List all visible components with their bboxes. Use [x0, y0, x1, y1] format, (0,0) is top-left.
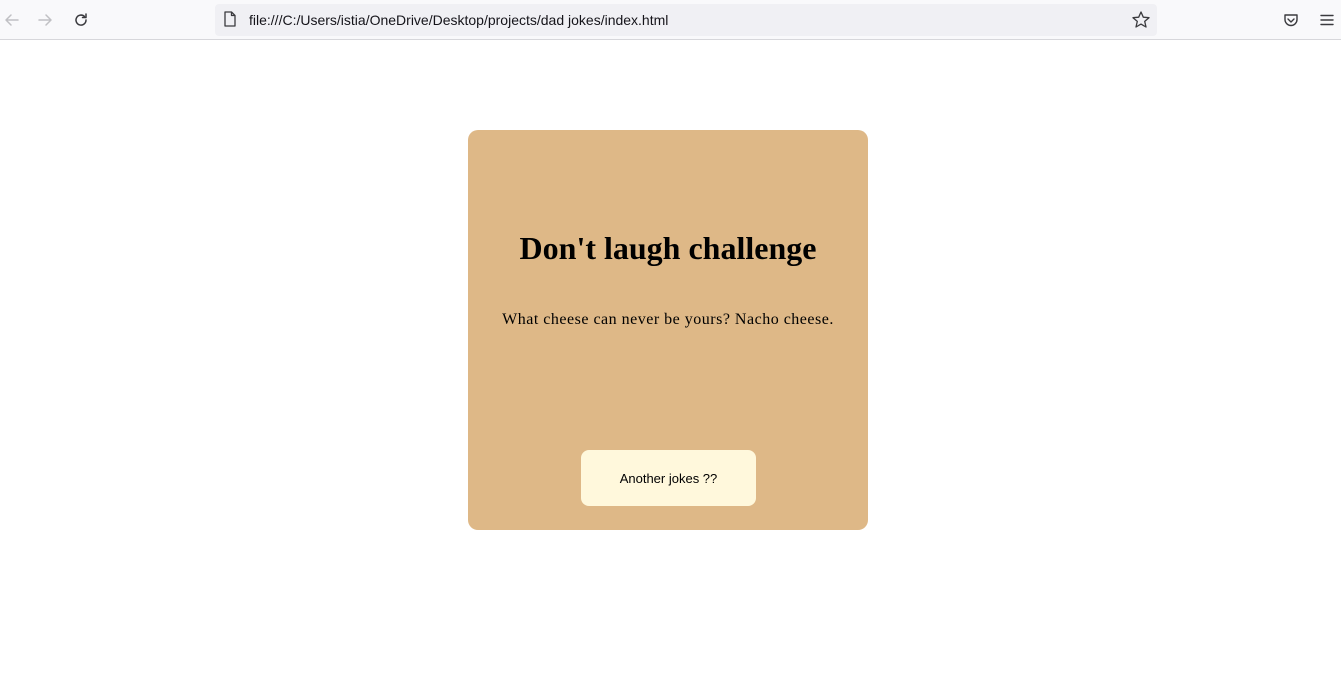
joke-text: What cheese can never be yours? Nacho ch… [502, 311, 834, 328]
arrow-left-icon [5, 14, 19, 26]
hamburger-menu-icon [1320, 14, 1334, 26]
menu-button[interactable] [1315, 8, 1339, 32]
reload-button[interactable] [69, 8, 93, 32]
back-button[interactable] [0, 8, 24, 32]
another-joke-button[interactable]: Another jokes ?? [581, 450, 756, 506]
card-title: Don't laugh challenge [519, 230, 817, 266]
arrow-right-icon [38, 14, 52, 26]
joke-card: Don't laugh challenge What cheese can ne… [468, 130, 868, 530]
url-text[interactable]: file:///C:/Users/istia/OneDrive/Desktop/… [249, 12, 668, 28]
url-bar[interactable]: file:///C:/Users/istia/OneDrive/Desktop/… [215, 4, 1157, 36]
pocket-button[interactable] [1279, 8, 1303, 32]
forward-button[interactable] [33, 8, 57, 32]
star-icon [1132, 11, 1150, 28]
browser-toolbar: file:///C:/Users/istia/OneDrive/Desktop/… [0, 0, 1341, 40]
bookmark-button[interactable] [1131, 10, 1151, 35]
pocket-icon [1284, 14, 1298, 27]
reload-icon [75, 13, 87, 26]
page-icon [223, 11, 237, 32]
